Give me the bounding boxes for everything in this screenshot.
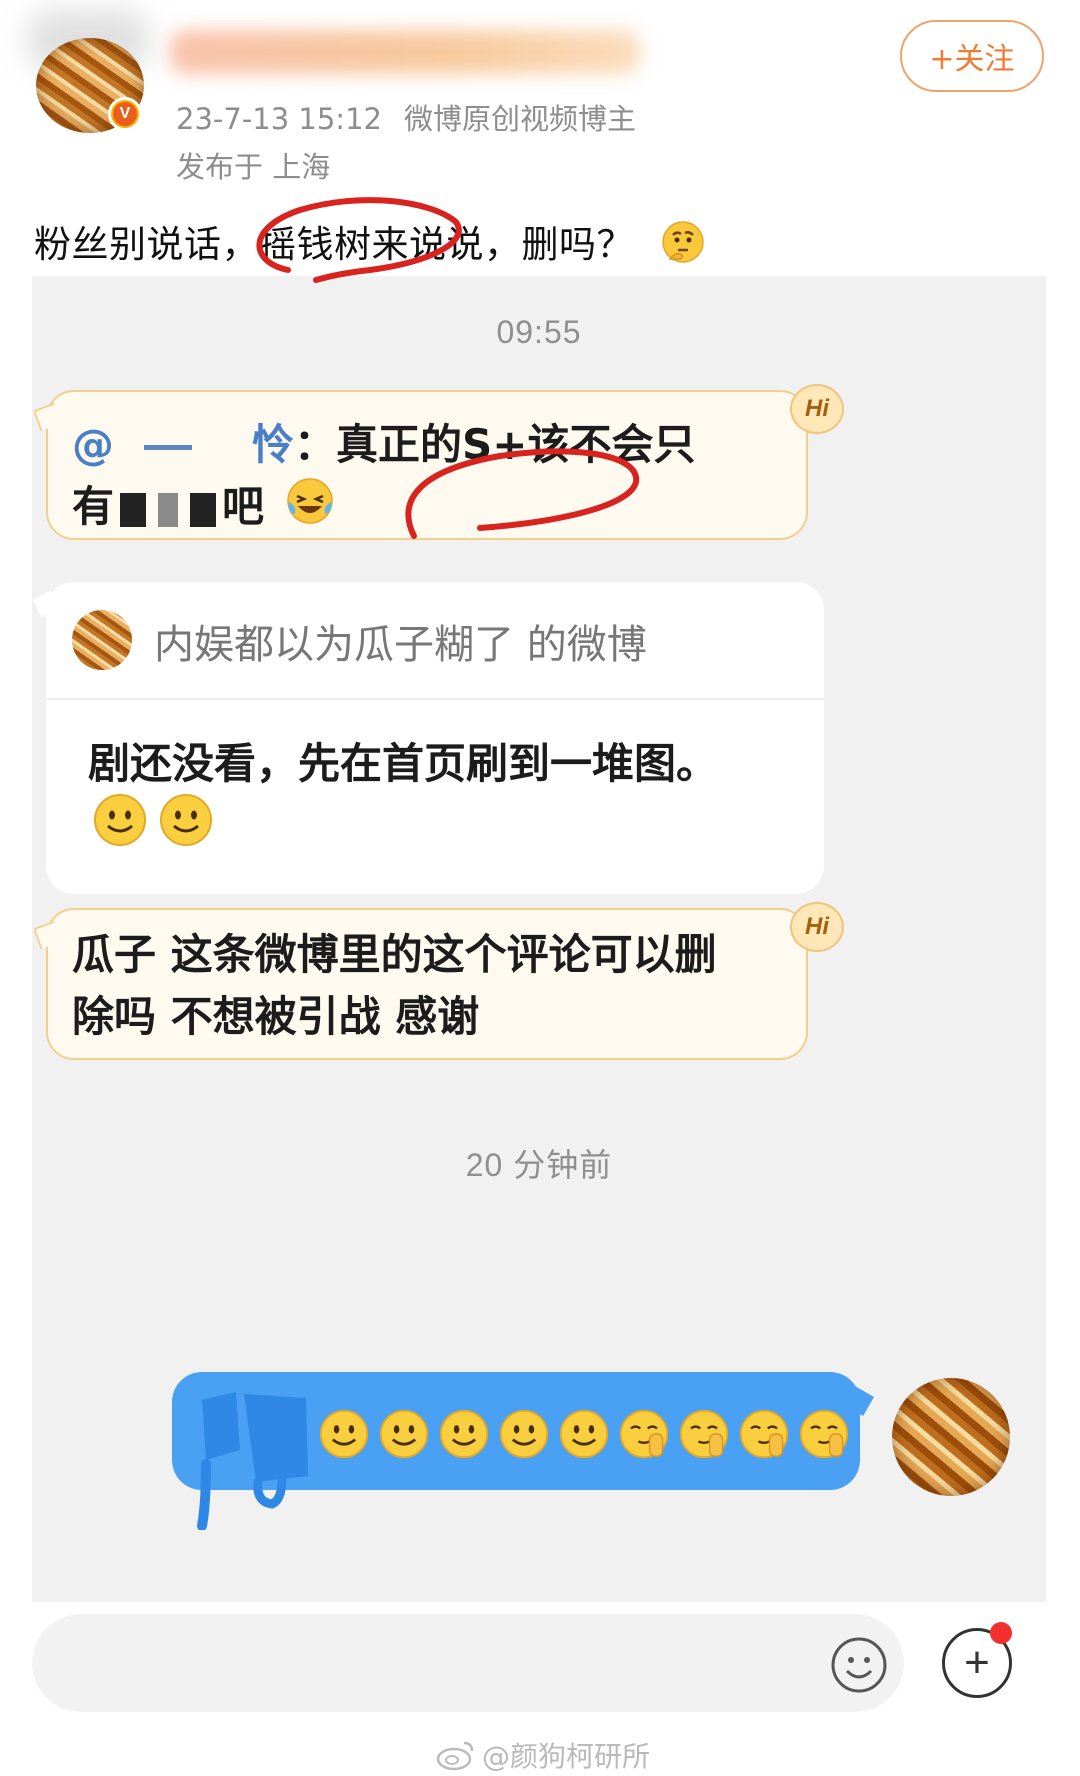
hi-badge-label: Hi [805, 913, 829, 940]
hi-badge-label: Hi [805, 395, 829, 422]
follow-button[interactable]: +关注 [900, 20, 1044, 92]
bubble-tail [32, 402, 62, 432]
chat-time-bottom: 20 分钟前 [465, 1147, 613, 1183]
shared-weibo-card[interactable]: 内娱都以为瓜子糊了 的微博 剧还没看，先在首页刷到一堆图。 [32, 582, 824, 894]
post-location: 发布于 上海 [176, 150, 331, 184]
redacted-block [158, 492, 179, 527]
my-avatar[interactable] [892, 1378, 1010, 1496]
message-input[interactable] [32, 1614, 904, 1712]
shy-face-icon [799, 1409, 849, 1459]
post-timestamp: 23-7-13 15:12 [176, 102, 382, 136]
hi-badge-icon: Hi [790, 384, 844, 434]
post-meta: 23-7-13 15:12 微博原创视频博主 [176, 96, 636, 138]
redacted-block [190, 492, 217, 527]
weibo-logo-icon [436, 1741, 474, 1771]
message-1-line-2-end: 吧 [222, 482, 265, 531]
shy-face-icon [679, 1409, 729, 1459]
card-divider [46, 698, 824, 700]
shy-face-icon [619, 1409, 669, 1459]
chat-time-top: 09:55 [496, 314, 582, 350]
post-body: 粉丝别说话，摇钱树来说说，删吗？ [34, 223, 634, 266]
mention-symbol: @ [72, 420, 114, 469]
smile-icon [160, 794, 212, 846]
hi-badge-icon: Hi [790, 902, 844, 952]
smile-icon [559, 1409, 609, 1459]
scribble-redaction [197, 1392, 308, 1530]
smile-icon [439, 1409, 489, 1459]
card-avatar [72, 610, 132, 670]
shy-face-icon [739, 1409, 789, 1459]
mention-name-tail: 怜 [252, 420, 295, 469]
bubble-tail [32, 920, 62, 950]
message-1-line-2-start: 有 [72, 482, 115, 531]
redacted-block [120, 492, 147, 527]
verified-badge-icon: V [108, 97, 142, 131]
card-tail [32, 590, 60, 618]
author-title: 微博原创视频博主 [403, 102, 636, 136]
watermark-text: @颜狗柯研所 [482, 1740, 651, 1773]
smile-icon [379, 1409, 429, 1459]
notification-dot [990, 1622, 1012, 1644]
watermark: @颜狗柯研所 [436, 1735, 650, 1775]
blurred-username [170, 30, 640, 74]
message-1-line-2: 有吧 [72, 476, 695, 543]
message-2-line-2: 除吗 不想被引战 感谢 [72, 992, 480, 1041]
post-text: 粉丝别说话，摇钱树来说说，删吗？ [34, 214, 706, 274]
message-1-text: @ 怜：真正的S+该不会只 有吧 [72, 414, 695, 543]
message-2-line-1: 瓜子 这条微博里的这个评论可以删 [72, 930, 717, 979]
smile-icon [319, 1409, 369, 1459]
message-1-line-1-text: ：真正的S+该不会只 [294, 420, 696, 469]
card-body: 剧还没看，先在首页刷到一堆图。 [88, 739, 719, 788]
card-emoji-row [92, 792, 214, 848]
follow-label: +关注 [929, 42, 1015, 77]
card-title: 内娱都以为瓜子糊了 的微博 [154, 622, 647, 668]
smile-icon [499, 1409, 549, 1459]
my-reply-emoji-row [318, 1408, 850, 1460]
thinking-face-icon [660, 219, 706, 274]
message-2-text: 瓜子 这条微博里的这个评论可以删 除吗 不想被引战 感谢 [72, 924, 717, 1048]
redacted-username [144, 445, 192, 450]
laughing-tears-icon [285, 476, 335, 543]
emoji-face-icon[interactable] [830, 1636, 888, 1694]
smile-icon [94, 794, 146, 846]
plus-icon: + [964, 1638, 990, 1687]
message-1-line-1: @ 怜：真正的S+该不会只 [72, 414, 695, 476]
